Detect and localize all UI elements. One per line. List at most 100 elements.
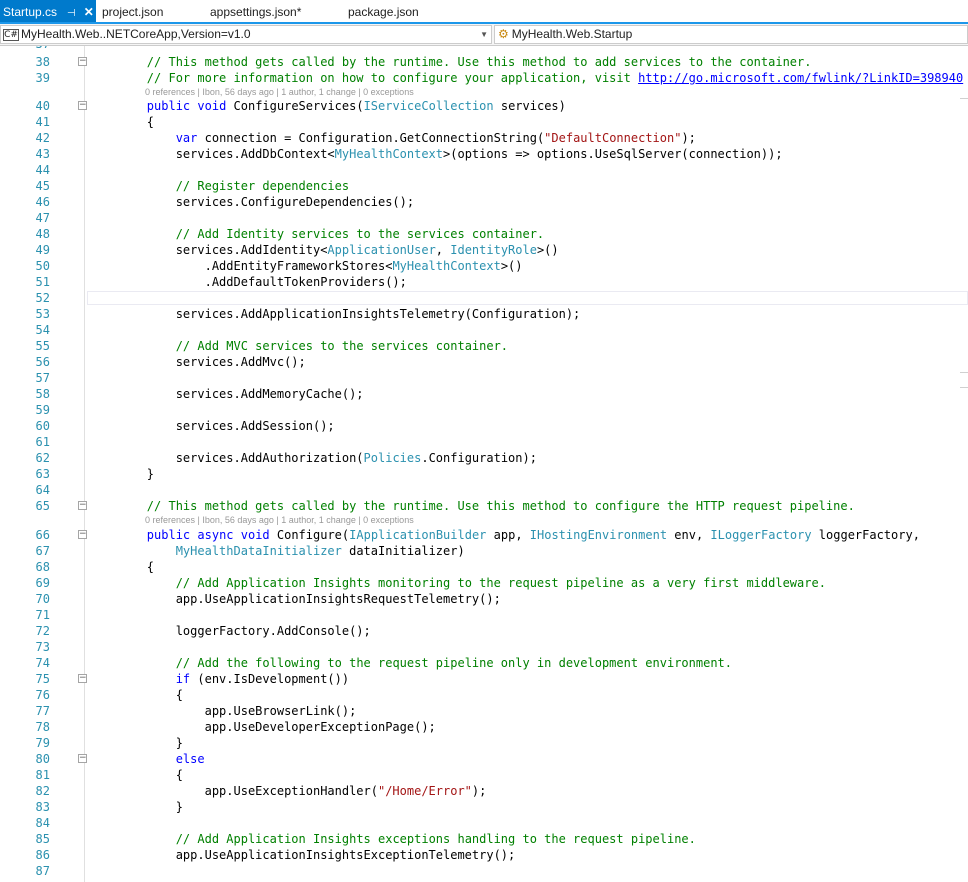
code-line[interactable]: 38 − // This method gets called by the ru… (0, 54, 968, 70)
code-line[interactable]: 54 (0, 322, 968, 338)
code-line[interactable]: 39 // For more information on how to con… (0, 70, 968, 86)
code-line[interactable]: 46 services.ConfigureDependencies(); (0, 194, 968, 210)
code-line[interactable]: 66 − public async void Configure(IApplica… (0, 527, 968, 543)
code-line[interactable]: 37 (0, 46, 968, 52)
code-line[interactable]: 69 // Add Application Insights monitorin… (0, 575, 968, 591)
tab-startup-cs[interactable]: Startup.cs ⊣ ✕ (0, 0, 96, 22)
code-line[interactable]: 82 app.UseExceptionHandler("/Home/Error"… (0, 783, 968, 799)
code-line[interactable]: 77 app.UseBrowserLink(); (0, 703, 968, 719)
tab-project-json[interactable]: project.json (99, 0, 163, 22)
code-token: app.UseBrowserLink(); (89, 704, 357, 718)
code-line[interactable]: 71 (0, 607, 968, 623)
line-number: 46 (35, 195, 50, 209)
code-line[interactable]: 59 (0, 402, 968, 418)
code-line[interactable]: 61 (0, 434, 968, 450)
code-line[interactable]: 80 − else (0, 751, 968, 767)
code-line[interactable]: 55 // Add MVC services to the services c… (0, 338, 968, 354)
collapse-icon[interactable]: − (78, 57, 87, 66)
line-number: 45 (35, 179, 50, 193)
type-dropdown-label: MyHealth.Web.Startup (511, 27, 633, 41)
code-line[interactable]: 52 (0, 290, 968, 306)
line-number: 68 (35, 560, 50, 574)
code-line[interactable]: 43 services.AddDbContext<MyHealthContext… (0, 146, 968, 162)
code-token: } (89, 736, 183, 750)
code-line[interactable]: 47 (0, 210, 968, 226)
code-link[interactable]: http://go.microsoft.com/fwlink/?LinkID=3… (638, 71, 963, 85)
type-dropdown[interactable]: ⚙ MyHealth.Web.Startup (494, 25, 968, 44)
code-line[interactable]: 42 var connection = Configuration.GetCon… (0, 130, 968, 146)
code-line[interactable]: 76 { (0, 687, 968, 703)
project-dropdown[interactable]: C# MyHealth.Web..NETCoreApp,Version=v1.0 … (0, 25, 492, 44)
code-text: { (89, 687, 183, 703)
tab-package-json[interactable]: package.json (345, 0, 419, 22)
codelens-info[interactable]: 0 references | Ibon, 56 days ago | 1 aut… (145, 87, 414, 98)
code-line[interactable]: 58 services.AddMemoryCache(); (0, 386, 968, 402)
code-line[interactable]: 65 − // This method gets called by the ru… (0, 498, 968, 514)
code-line[interactable]: 86 app.UseApplicationInsightsExceptionTe… (0, 847, 968, 863)
line-number: 77 (35, 704, 50, 718)
code-token: // Add Application Insights exceptions h… (175, 832, 696, 846)
code-line[interactable]: 74 // Add the following to the request p… (0, 655, 968, 671)
code-line[interactable]: 79 } (0, 735, 968, 751)
collapse-icon[interactable]: − (78, 501, 87, 510)
code-line[interactable]: 78 app.UseDeveloperExceptionPage(); (0, 719, 968, 735)
code-line[interactable]: 45 // Register dependencies (0, 178, 968, 194)
line-number: 56 (35, 355, 50, 369)
line-number: 76 (35, 688, 50, 702)
tab-appsettings-json[interactable]: appsettings.json* (207, 0, 301, 22)
code-token: { (89, 560, 155, 574)
code-editor[interactable]: 37 38 − // This method gets called by the … (0, 46, 968, 882)
code-line[interactable]: 51 .AddDefaultTokenProviders(); (0, 274, 968, 290)
code-line[interactable]: 64 (0, 482, 968, 498)
code-line[interactable]: 87 (0, 863, 968, 879)
code-line[interactable]: 60 services.AddSession(); (0, 418, 968, 434)
code-line[interactable]: 70 app.UseApplicationInsightsRequestTele… (0, 591, 968, 607)
code-line[interactable]: 56 services.AddMvc(); (0, 354, 968, 370)
code-line[interactable]: 75 − if (env.IsDevelopment()) (0, 671, 968, 687)
code-line[interactable]: 49 services.AddIdentity<ApplicationUser,… (0, 242, 968, 258)
code-line[interactable]: 62 services.AddAuthorization(Policies.Co… (0, 450, 968, 466)
code-token: services.AddSession(); (89, 419, 335, 433)
code-token: MyHealthContext (334, 147, 444, 161)
current-line-highlight (87, 291, 968, 305)
code-line[interactable]: 40 − public void ConfigureServices(IServi… (0, 98, 968, 114)
code-line[interactable]: 73 (0, 639, 968, 655)
code-line[interactable]: 67 MyHealthDataInitializer dataInitializ… (0, 543, 968, 559)
code-line[interactable]: 41 { (0, 114, 968, 130)
code-line[interactable]: 81 { (0, 767, 968, 783)
code-text: MyHealthDataInitializer dataInitializer) (89, 543, 465, 559)
code-line[interactable]: 44 (0, 162, 968, 178)
code-token: app.UseExceptionHandler( (89, 784, 378, 798)
code-token: >() (536, 243, 559, 257)
line-number: 73 (35, 640, 50, 654)
code-line[interactable]: 53 services.AddApplicationInsightsTeleme… (0, 306, 968, 322)
code-token: "/Home/Error" (377, 784, 472, 798)
collapse-icon[interactable]: − (78, 754, 87, 763)
code-line[interactable]: 84 (0, 815, 968, 831)
code-line[interactable]: 83 } (0, 799, 968, 815)
code-line[interactable]: 63 } (0, 466, 968, 482)
code-text: // Add MVC services to the services cont… (89, 338, 508, 354)
code-line[interactable]: 68 { (0, 559, 968, 575)
collapse-icon[interactable]: − (78, 101, 87, 110)
code-token: app.UseApplicationInsightsExceptionTelem… (89, 848, 516, 862)
code-line[interactable]: 50 .AddEntityFrameworkStores<MyHealthCon… (0, 258, 968, 274)
code-token: app.UseDeveloperExceptionPage(); (89, 720, 436, 734)
code-token: void (240, 528, 270, 542)
collapse-icon[interactable]: − (78, 674, 87, 683)
code-line[interactable]: 48 // Add Identity services to the servi… (0, 226, 968, 242)
close-icon[interactable]: ✕ (84, 5, 94, 19)
collapse-icon[interactable]: − (78, 530, 87, 539)
line-number: 60 (35, 419, 50, 433)
code-text: } (89, 735, 183, 751)
code-line[interactable]: 85 // Add Application Insights exception… (0, 831, 968, 847)
code-line[interactable]: 72 loggerFactory.AddConsole(); (0, 623, 968, 639)
codelens-info[interactable]: 0 references | Ibon, 56 days ago | 1 aut… (145, 515, 414, 526)
code-line[interactable]: 57 (0, 370, 968, 386)
pin-icon[interactable]: ⊣ (67, 8, 76, 19)
code-token: connection = Configuration.GetConnection… (197, 131, 545, 145)
code-token: services.AddDbContext< (89, 147, 335, 161)
